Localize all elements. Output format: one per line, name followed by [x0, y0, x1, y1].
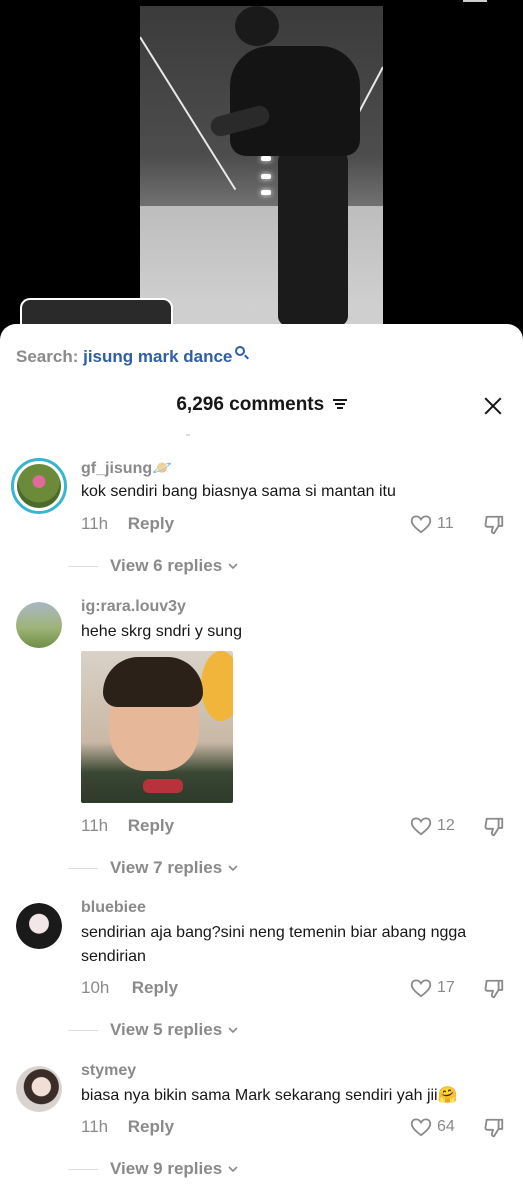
close-icon[interactable]	[481, 394, 505, 418]
ceiling-line	[140, 36, 237, 191]
filter-icon[interactable]	[332, 399, 347, 409]
comment-meta: 11h Reply	[81, 816, 174, 836]
view-replies-label: View 7 replies	[110, 858, 223, 877]
reply-button[interactable]: Reply	[128, 514, 174, 533]
chevron-down-icon	[228, 1166, 238, 1173]
view-replies-label: View 5 replies	[110, 1020, 223, 1039]
reply-button[interactable]: Reply	[128, 816, 174, 835]
avatar[interactable]	[16, 903, 62, 949]
avatar[interactable]	[16, 602, 62, 648]
view-replies-label: View 6 replies	[110, 556, 223, 575]
view-replies-button[interactable]: View 7 replies	[68, 858, 238, 878]
search-label: Search:	[16, 347, 79, 366]
comment-meta: 10h Reply	[81, 978, 178, 998]
dancer-legs	[278, 151, 348, 326]
like-button[interactable]: 64	[410, 1117, 455, 1137]
dancer-body	[230, 46, 360, 156]
replies-divider	[68, 565, 98, 567]
comments-sheet: Search: jisung mark dance 6,296 comments…	[0, 324, 523, 1199]
search-suggestion[interactable]: Search: jisung mark dance	[16, 346, 246, 367]
comment-time: 11h	[81, 816, 109, 835]
comment-time: 11h	[81, 514, 109, 533]
comment-sticker-image[interactable]	[81, 651, 233, 803]
divider-dot	[186, 434, 190, 436]
comments-header: 6,296 comments	[0, 394, 523, 420]
heart-icon	[410, 515, 432, 534]
like-count: 12	[437, 817, 455, 834]
like-count: 64	[437, 1118, 455, 1135]
video-frame	[140, 6, 383, 340]
video-player[interactable]	[0, 0, 523, 340]
comment-time: 11h	[81, 1117, 109, 1136]
like-button[interactable]: 11	[410, 514, 454, 534]
heart-icon	[410, 979, 432, 998]
comment-meta: 11h Reply	[81, 514, 174, 534]
ceiling-lamp	[261, 156, 271, 161]
comment-username[interactable]: gf_jisung🪐	[81, 458, 172, 478]
like-button[interactable]: 12	[410, 816, 455, 836]
like-count: 11	[437, 515, 454, 532]
comment-username[interactable]: stymey	[81, 1062, 136, 1080]
replies-divider	[68, 1168, 98, 1170]
view-replies-button[interactable]: View 6 replies	[68, 556, 238, 576]
avatar[interactable]	[11, 458, 67, 514]
chevron-down-icon	[228, 563, 238, 570]
comment-text: kok sendiri bang biasnya sama si mantan …	[81, 483, 396, 500]
replies-divider	[68, 1029, 98, 1031]
like-count: 17	[437, 979, 455, 996]
dislike-icon[interactable]	[483, 816, 505, 838]
reply-button[interactable]: Reply	[132, 978, 178, 997]
chevron-down-icon	[228, 1027, 238, 1034]
dislike-icon[interactable]	[483, 978, 505, 1000]
comment-meta: 11h Reply	[81, 1117, 174, 1137]
search-icon	[235, 346, 246, 356]
comment-username[interactable]: bluebiee	[81, 899, 146, 917]
view-replies-button[interactable]: View 5 replies	[68, 1020, 238, 1040]
avatar[interactable]	[16, 1066, 62, 1112]
view-replies-label: View 9 replies	[110, 1159, 223, 1178]
comment-username[interactable]: ig:rara.louv3y	[81, 598, 186, 616]
comment-text: sendirian aja bang?sini neng temenin bia…	[81, 924, 467, 965]
like-button[interactable]: 17	[410, 978, 455, 998]
reply-button[interactable]: Reply	[128, 1117, 174, 1136]
view-replies-button[interactable]: View 9 replies	[68, 1159, 238, 1179]
dislike-icon[interactable]	[483, 514, 505, 536]
comments-count: 6,296 comments	[176, 394, 325, 415]
heart-icon	[410, 817, 432, 836]
dancer-head	[235, 6, 279, 46]
chevron-down-icon	[228, 865, 238, 872]
comment-text: biasa nya bikin sama Mark sekarang sendi…	[81, 1087, 458, 1104]
replies-divider	[68, 867, 98, 869]
dislike-icon[interactable]	[483, 1117, 505, 1139]
search-query[interactable]: jisung mark dance	[83, 347, 232, 366]
status-indicator	[463, 0, 487, 2]
comment-text: hehe skrg sndri y sung	[81, 623, 242, 640]
comment-time: 10h	[81, 978, 110, 997]
ceiling-lamp	[261, 174, 271, 179]
heart-icon	[410, 1118, 432, 1137]
ceiling-lamp	[261, 190, 271, 195]
